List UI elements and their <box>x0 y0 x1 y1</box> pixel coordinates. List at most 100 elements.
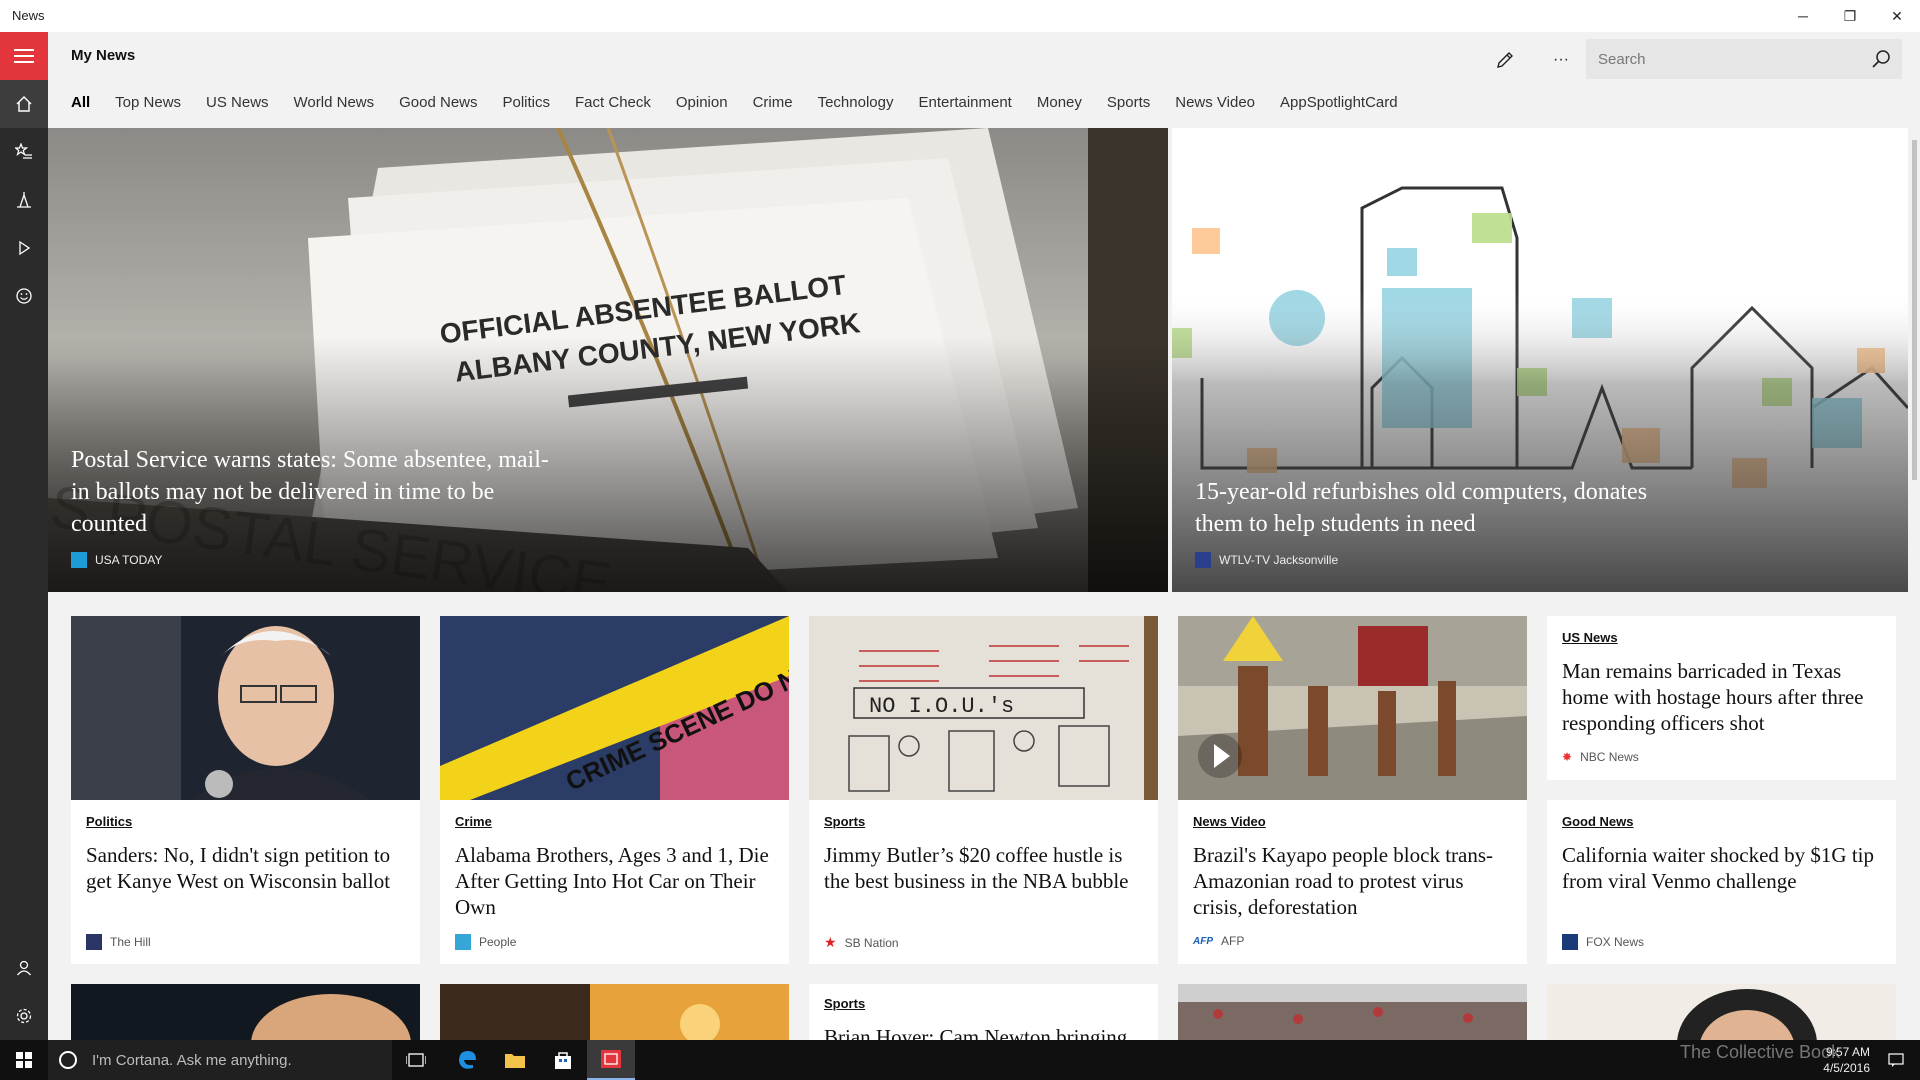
card-category[interactable]: US News <box>1562 630 1618 645</box>
card-category[interactable]: Sports <box>824 814 865 829</box>
taskbar: I'm Cortana. Ask me anything. 9:57 AM 4/… <box>0 1040 1920 1080</box>
card-headline[interactable]: Man remains barricaded in Texas home wit… <box>1562 658 1882 736</box>
card-source-name: NBC News <box>1580 750 1639 764</box>
tab-politics[interactable]: Politics <box>503 94 551 111</box>
account-button[interactable] <box>0 944 48 992</box>
news-app-taskbar-button[interactable] <box>587 1040 635 1080</box>
action-center-button[interactable] <box>1872 1040 1920 1080</box>
category-tabs: All Top News US News World News Good News Pol… <box>71 94 1423 111</box>
nav-home-button[interactable] <box>0 80 48 128</box>
card-image-whiteboard: NO I.O.U.'s <box>809 616 1158 800</box>
tab-top-news[interactable]: Top News <box>115 94 181 111</box>
story-card-row2-2[interactable] <box>440 984 789 1040</box>
edit-button[interactable] <box>1485 40 1525 80</box>
story-card-row2-4[interactable] <box>1178 984 1527 1040</box>
hero-1-headline-line-2: in ballots may not be delivered in time … <box>71 479 495 505</box>
story-card-politics[interactable]: Politics Sanders: No, I didn't sign peti… <box>71 616 420 964</box>
hero-1-headline-line-1: Postal Service warns states: Some absent… <box>71 447 549 473</box>
story-card-us-news[interactable]: US News Man remains barricaded in Texas … <box>1547 616 1896 780</box>
close-button[interactable]: ✕ <box>1874 0 1920 32</box>
card-category[interactable]: News Video <box>1193 814 1266 829</box>
title-bar: News ─ ❐ ✕ <box>0 0 1920 32</box>
story-card-row2-sports[interactable]: Sports Brian Hoyer: Cam Newton bringing <box>809 984 1158 1040</box>
start-button[interactable] <box>0 1040 48 1080</box>
tab-crime[interactable]: Crime <box>753 94 793 111</box>
store-button[interactable] <box>539 1040 587 1080</box>
maximize-button[interactable]: ❐ <box>1827 0 1873 32</box>
tab-sports[interactable]: Sports <box>1107 94 1150 111</box>
story-card-good-news[interactable]: Good News California waiter shocked by $… <box>1547 800 1896 964</box>
tab-fact-check[interactable]: Fact Check <box>575 94 651 111</box>
store-bag-icon <box>555 1052 571 1069</box>
scrollbar-thumb[interactable] <box>1912 140 1917 480</box>
hero-story-2[interactable]: 15-year-old refurbishes old computers, d… <box>1172 128 1908 592</box>
card-headline[interactable]: California waiter shocked by $1G tip fro… <box>1562 842 1882 894</box>
minimize-button[interactable]: ─ <box>1780 0 1826 32</box>
card-category[interactable]: Politics <box>86 814 132 829</box>
usa-today-logo-icon <box>71 552 87 568</box>
speaker-photo <box>71 616 420 800</box>
card-source: ✸ NBC News <box>1562 750 1639 764</box>
story-card-news-video[interactable]: News Video Brazil's Kayapo people block … <box>1178 616 1527 964</box>
road-protest-photo <box>1178 616 1527 800</box>
nav-local-button[interactable] <box>0 176 48 224</box>
card-category[interactable]: Good News <box>1562 814 1634 829</box>
card-image-protest-road <box>1178 616 1527 800</box>
tab-good-news[interactable]: Good News <box>399 94 477 111</box>
search-button[interactable] <box>1864 43 1898 75</box>
hero-story-1[interactable]: S POSTAL SERVICE OFFICIAL ABSENTEE BALLO… <box>48 128 1168 592</box>
story-card-sports[interactable]: NO I.O.U.'s Sports Jimmy Butler’s $20 co… <box>809 616 1158 964</box>
settings-button[interactable] <box>0 992 48 1040</box>
nav-good-news-button[interactable] <box>0 272 48 320</box>
nav-interests-button[interactable] <box>0 128 48 176</box>
vertical-scrollbar[interactable] <box>1908 128 1920 1040</box>
tab-world-news[interactable]: World News <box>294 94 375 111</box>
cortana-icon <box>59 1051 77 1069</box>
watermark-text: The Collective Book <box>1680 1042 1841 1062</box>
people-logo-icon <box>455 934 471 950</box>
the-hill-logo-icon <box>86 934 102 950</box>
story-card-crime[interactable]: CRIME SCENE DO NOT CROSS Crime Alabama B… <box>440 616 789 964</box>
tab-opinion[interactable]: Opinion <box>676 94 728 111</box>
hero-1-source-name: USA TODAY <box>95 553 163 567</box>
tab-news-video[interactable]: News Video <box>1175 94 1255 111</box>
hero-1-source: USA TODAY <box>71 552 162 568</box>
card-category[interactable]: Crime <box>455 814 492 829</box>
card-image-speaker <box>71 616 420 800</box>
tab-appspotlightcard[interactable]: AppSpotlightCard <box>1280 94 1398 111</box>
tab-all[interactable]: All <box>71 94 90 111</box>
tab-us-news[interactable]: US News <box>206 94 269 111</box>
hero-1-headline[interactable]: Postal Service warns states: Some absent… <box>71 444 549 540</box>
sb-nation-logo-icon: ★ <box>824 934 837 950</box>
story-card-row2-5[interactable] <box>1547 984 1896 1040</box>
hero-2-headline-line-1: 15-year-old refurbishes old computers, d… <box>1195 479 1648 505</box>
folder-icon <box>505 1054 525 1068</box>
card-headline[interactable]: Sanders: No, I didn't sign petition to g… <box>86 842 406 894</box>
tab-technology[interactable]: Technology <box>818 94 894 111</box>
file-explorer-button[interactable] <box>491 1040 539 1080</box>
card-image-sunset <box>440 984 789 1040</box>
crime-tape-photo: CRIME SCENE DO NOT CROSS <box>440 616 789 800</box>
nav-video-button[interactable] <box>0 224 48 272</box>
edge-taskbar-button[interactable] <box>443 1040 491 1080</box>
hero-2-headline[interactable]: 15-year-old refurbishes old computers, d… <box>1195 476 1647 540</box>
hamburger-menu-button[interactable] <box>0 32 48 80</box>
card-headline[interactable]: Brazil's Kayapo people block trans-Amazo… <box>1193 842 1513 920</box>
card-headline[interactable]: Jimmy Butler’s $20 coffee hustle is the … <box>824 842 1144 894</box>
card-headline[interactable]: Alabama Brothers, Ages 3 and 1, Die Afte… <box>455 842 775 920</box>
tab-entertainment[interactable]: Entertainment <box>918 94 1011 111</box>
search-input[interactable] <box>1586 39 1856 79</box>
card-category[interactable]: Sports <box>824 996 865 1011</box>
star-list-icon <box>15 143 32 159</box>
task-view-button[interactable] <box>392 1040 440 1080</box>
story-card-row2-1[interactable] <box>71 984 420 1040</box>
card-source-name: SB Nation <box>844 935 899 950</box>
more-button[interactable]: ··· <box>1541 40 1581 80</box>
tab-money[interactable]: Money <box>1037 94 1082 111</box>
card-image-portrait <box>71 984 420 1040</box>
windows-logo-icon <box>16 1052 32 1068</box>
card-source: People <box>455 934 516 950</box>
cortana-search-box[interactable]: I'm Cortana. Ask me anything. <box>48 1040 392 1080</box>
card-headline[interactable]: Brian Hoyer: Cam Newton bringing <box>824 1024 1144 1040</box>
edge-browser-icon <box>459 1051 476 1069</box>
